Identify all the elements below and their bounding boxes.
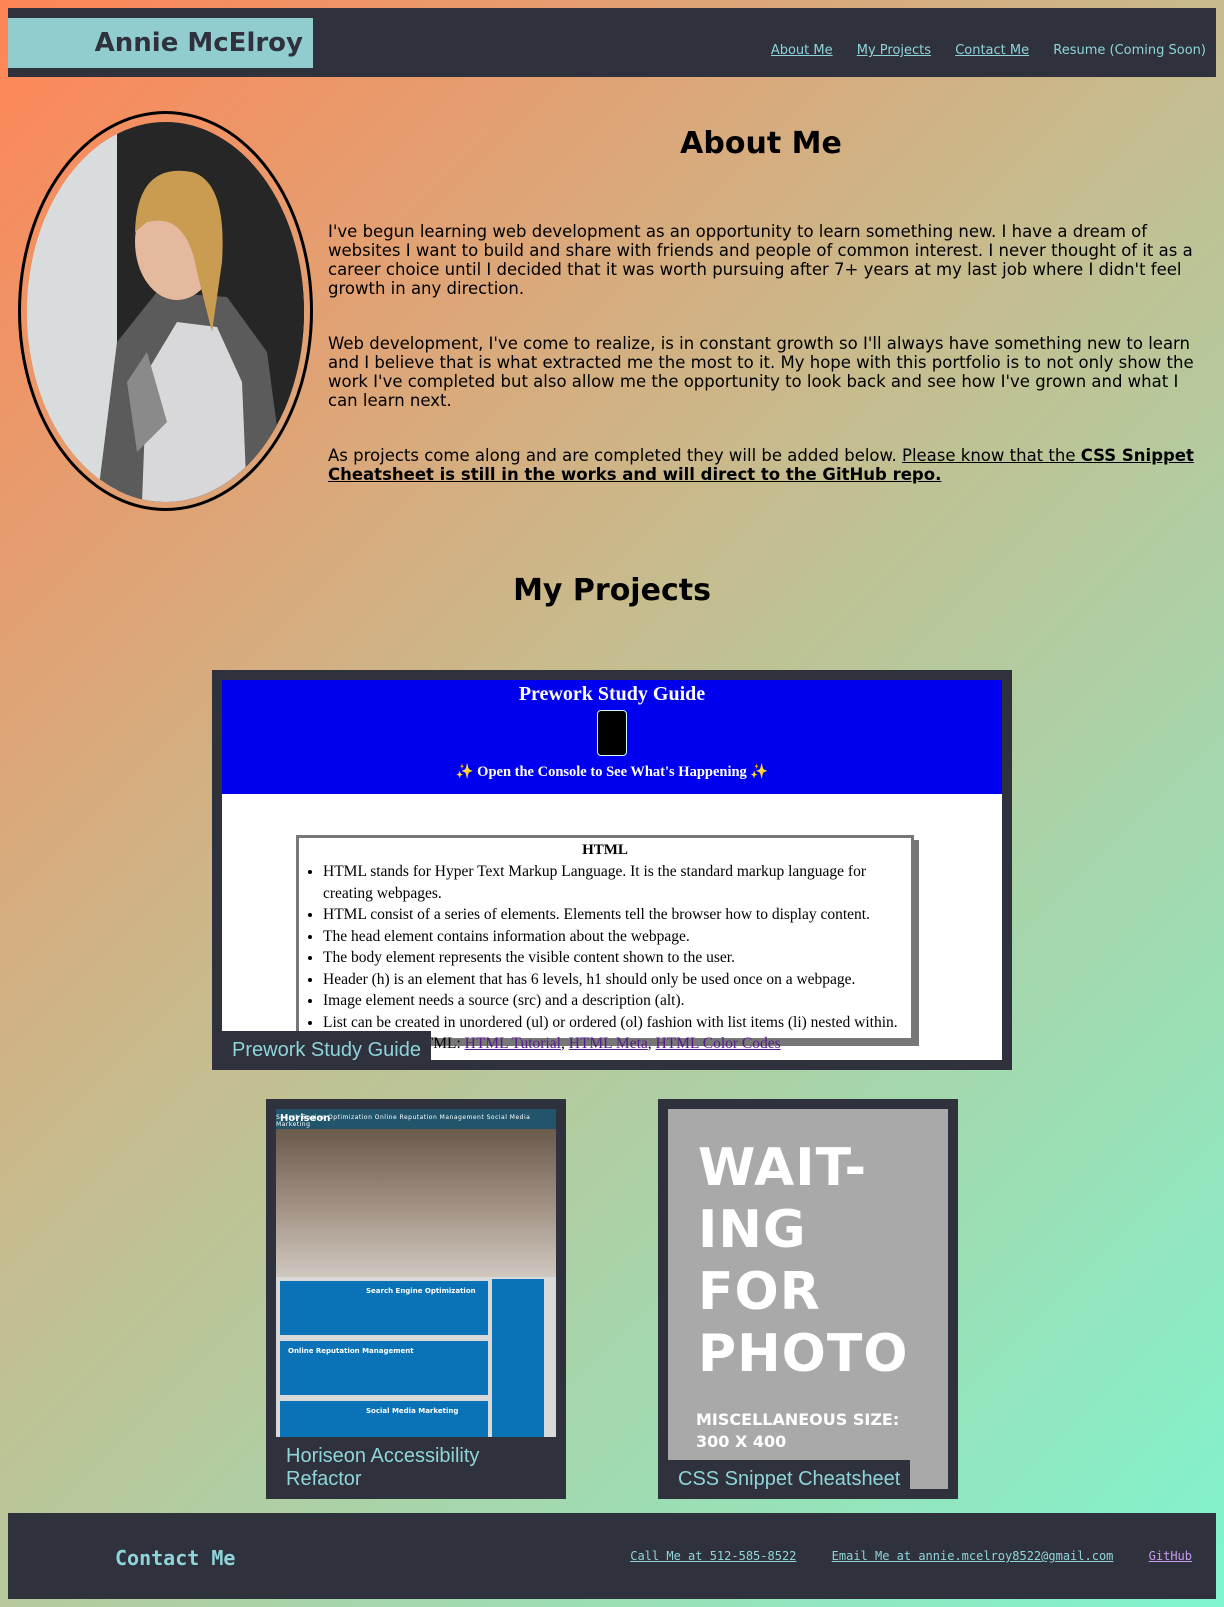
horiseon-block: Online Reputation Management bbox=[280, 1341, 488, 1395]
css-snippet-card-label[interactable]: CSS Snippet Cheatsheet bbox=[658, 1460, 911, 1499]
nav-contact-me[interactable]: Contact Me bbox=[955, 43, 1029, 58]
project-card-horiseon[interactable]: Horiseon Search Engine Optimization Onli… bbox=[266, 1099, 566, 1499]
horiseon-block: Search Engine Optimization bbox=[280, 1281, 488, 1335]
nav-about-me[interactable]: About Me bbox=[771, 43, 833, 58]
placeholder-size-line: 300 X 400 bbox=[696, 1432, 787, 1451]
prework-banner-subtitle: ✨ Open the Console to See What's Happeni… bbox=[455, 764, 769, 780]
placeholder-size-text: MISCELLANEOUS SIZE: 300 X 400 bbox=[696, 1409, 899, 1453]
list-item: HTML stands for Hyper Text Markup Langua… bbox=[323, 861, 911, 904]
list-item: The body element represents the visible … bbox=[323, 947, 911, 969]
email-link[interactable]: Email Me at annie.mcelroy8522@gmail.com bbox=[832, 1549, 1114, 1563]
profile-photo bbox=[27, 122, 304, 502]
about-paragraph-2: Web development, I've come to realize, i… bbox=[328, 334, 1194, 410]
footer-links: Call Me at 512-585-8522 Email Me at anni… bbox=[602, 1549, 1192, 1563]
horiseon-block-title: Online Reputation Management bbox=[288, 1347, 414, 1355]
about-note-lead: Please know that the bbox=[902, 446, 1081, 465]
horiseon-screenshot: Horiseon Search Engine Optimization Onli… bbox=[276, 1109, 556, 1489]
prework-banner: Prework Study Guide ✨ Open the Console t… bbox=[222, 680, 1002, 794]
site-header: Annie McElroy About Me My Projects Conta… bbox=[8, 8, 1216, 77]
nav-resume: Resume (Coming Soon) bbox=[1053, 43, 1206, 58]
list-item: Image element needs a source (src) and a… bbox=[323, 990, 911, 1012]
placeholder-line: FOR bbox=[698, 1262, 821, 1322]
main-nav: About Me My Projects Contact Me Resume (… bbox=[751, 43, 1206, 58]
placeholder-line: WAIT- bbox=[698, 1138, 868, 1198]
waiting-photo-placeholder: WAIT- ING FOR PHOTO MISCELLANEOUS SIZE: … bbox=[668, 1109, 948, 1489]
placeholder-size-line: MISCELLANEOUS SIZE: bbox=[696, 1410, 900, 1429]
horiseon-block-title: Search Engine Optimization bbox=[366, 1287, 476, 1295]
site-brand: Annie McElroy bbox=[8, 18, 313, 68]
call-link[interactable]: Call Me at 512-585-8522 bbox=[630, 1549, 796, 1563]
about-text: I've begun learning web development as a… bbox=[328, 222, 1206, 520]
placeholder-line: ING bbox=[698, 1200, 807, 1260]
nav-my-projects[interactable]: My Projects bbox=[857, 43, 931, 58]
footer-title: Contact Me bbox=[115, 1546, 236, 1570]
horiseon-header: Horiseon Search Engine Optimization Onli… bbox=[276, 1109, 556, 1129]
projects-title: My Projects bbox=[513, 573, 711, 608]
horiseon-nav: Search Engine Optimization Online Reputa… bbox=[276, 1114, 531, 1128]
list-item: HTML consist of a series of elements. El… bbox=[323, 904, 911, 926]
prework-card-label[interactable]: Prework Study Guide bbox=[212, 1031, 431, 1070]
prework-screenshot: Prework Study Guide ✨ Open the Console t… bbox=[222, 680, 1002, 1060]
project-card-prework[interactable]: Prework Study Guide ✨ Open the Console t… bbox=[212, 670, 1012, 1070]
prework-banner-title: Prework Study Guide bbox=[518, 683, 706, 705]
prework-html-box: HTML HTML stands for Hyper Text Markup L… bbox=[296, 835, 914, 1052]
list-item: Header (h) is an element that has 6 leve… bbox=[323, 969, 911, 991]
site-footer: Contact Me Call Me at 512-585-8522 Email… bbox=[8, 1513, 1216, 1599]
prework-box-title: HTML bbox=[582, 842, 628, 858]
about-paragraph-1: I've begun learning web development as a… bbox=[328, 222, 1193, 298]
cat-logo-icon bbox=[597, 710, 627, 756]
list-item: List can be created in unordered (ul) or… bbox=[323, 1012, 911, 1034]
horiseon-hero-image bbox=[276, 1129, 556, 1277]
github-link[interactable]: GitHub bbox=[1149, 1549, 1192, 1563]
prework-list: HTML stands for Hyper Text Markup Langua… bbox=[299, 861, 911, 1055]
about-paragraph-3: As projects come along and are completed… bbox=[328, 446, 1206, 484]
resource-link: HTML Tutorial bbox=[464, 1035, 561, 1052]
list-item: The head element contains information ab… bbox=[323, 926, 911, 948]
placeholder-big-text: WAIT- ING FOR PHOTO bbox=[698, 1137, 909, 1385]
about-title: About Me bbox=[680, 126, 842, 161]
about-paragraph-3-lead: As projects come along and are completed… bbox=[328, 446, 902, 465]
resource-link: HTML Color Codes bbox=[655, 1035, 781, 1052]
resource-link: HTML Meta bbox=[568, 1035, 648, 1052]
placeholder-line: PHOTO bbox=[698, 1324, 909, 1384]
horiseon-card-label[interactable]: Horiseon Accessibility Refactor bbox=[266, 1437, 566, 1499]
project-card-css-snippet[interactable]: WAIT- ING FOR PHOTO MISCELLANEOUS SIZE: … bbox=[658, 1099, 958, 1499]
horiseon-block-title: Social Media Marketing bbox=[366, 1407, 459, 1415]
